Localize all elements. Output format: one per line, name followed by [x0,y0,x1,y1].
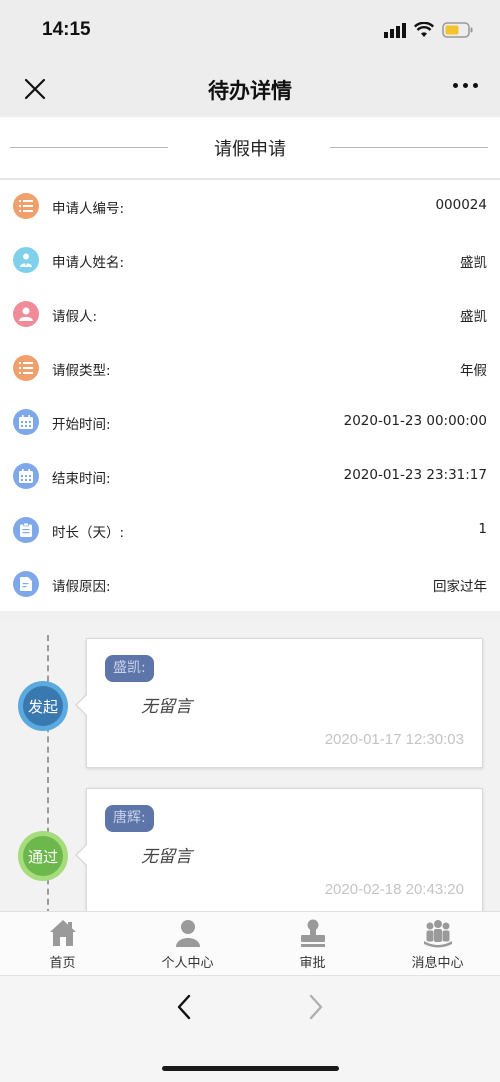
field-value: 盛凯 [460,255,487,271]
document-icon [13,571,39,597]
user-icon [13,301,39,327]
list-icon [13,193,39,219]
field-label: 申请人编号: [52,201,125,217]
tab-label: 审批 [299,956,326,971]
clipboard-icon [13,517,39,543]
page-title: 待办详情 [208,79,292,103]
timeline-node-initiated: 发起 [18,681,68,731]
timeline-node-label: 通过 [23,836,63,876]
tab-bar: 首页 个人中心 审批 消息中心 [0,911,500,975]
list-icon [13,355,39,381]
field-value: 回家过年 [433,579,487,595]
status-time: 14:15 [42,19,91,40]
field-start-time: 开始时间: 2020-01-23 00:00:00 [0,396,500,450]
field-label: 请假类型: [52,363,111,379]
home-indicator [162,1066,339,1071]
field-applicant-name: 申请人姓名: 盛凯 [0,234,500,288]
field-value: 1 [478,521,487,537]
timeline-node-approved: 通过 [18,831,68,881]
leave-form-card: 请假申请 申请人编号: 000024 申请人姓名: 盛凯 请假人: 盛凯 请假类… [0,117,500,611]
field-label: 开始时间: [52,417,111,433]
back-arrow-icon[interactable] [174,994,196,1020]
field-reason: 请假原因: 回家过年 [0,558,500,612]
signal-icon [384,23,406,38]
person-icon [175,920,200,947]
field-label: 时长（天）: [52,525,125,541]
tab-label: 消息中心 [411,956,464,971]
timeline-card: 盛凯: 无留言 2020-01-17 12:30:03 [75,638,483,768]
field-value: 盛凯 [460,309,487,325]
browser-nav-bar [0,975,500,1082]
field-value: 000024 [435,197,487,213]
approver-message: 无留言 [141,847,192,867]
approver-message: 无留言 [141,697,192,717]
tab-messages[interactable]: 消息中心 [375,912,500,975]
status-icons [384,22,474,38]
field-label: 请假原因: [52,579,111,595]
tab-approval[interactable]: 审批 [250,912,375,975]
users-icon [13,247,39,273]
field-value: 2020-01-23 23:31:17 [343,467,487,483]
field-duration: 时长（天）: 1 [0,504,500,558]
battery-icon [442,22,473,38]
approval-time: 2020-01-17 12:30:03 [324,731,464,748]
stamp-icon [300,919,325,947]
forward-arrow-icon[interactable] [304,994,326,1020]
approver-name: 盛凯: [105,655,154,682]
field-label: 申请人姓名: [52,255,125,271]
status-bar: 14:15 [0,0,500,60]
field-value: 2020-01-23 00:00:00 [343,413,487,429]
field-leave-person: 请假人: 盛凯 [0,288,500,342]
tab-home[interactable]: 首页 [0,912,125,975]
field-end-time: 结束时间: 2020-01-23 23:31:17 [0,450,500,504]
form-title: 请假申请 [214,139,286,160]
tab-label: 首页 [49,956,76,971]
approval-time: 2020-02-18 20:43:20 [324,881,464,898]
group-icon [423,920,452,948]
timeline-node-label: 发起 [23,686,63,726]
field-applicant-id: 申请人编号: 000024 [0,180,500,234]
approver-name: 唐辉: [105,805,154,832]
field-label: 请假人: [52,309,98,325]
tab-profile[interactable]: 个人中心 [125,912,250,975]
calendar-icon [13,409,39,435]
more-icon[interactable] [453,83,478,88]
home-icon [49,920,76,946]
form-header: 请假申请 [0,117,500,180]
tab-label: 个人中心 [161,956,214,971]
field-label: 结束时间: [52,471,111,487]
field-value: 年假 [460,363,487,379]
timeline-card: 唐辉: 无留言 2020-02-18 20:43:20 [75,788,483,911]
nav-bar: 待办详情 [0,60,500,117]
calendar-icon [13,463,39,489]
divider [330,147,488,148]
wifi-icon [414,22,434,37]
approval-timeline: 发起 盛凯: 无留言 2020-01-17 12:30:03 通过 唐辉: 无留… [0,621,500,911]
field-leave-type: 请假类型: 年假 [0,342,500,396]
